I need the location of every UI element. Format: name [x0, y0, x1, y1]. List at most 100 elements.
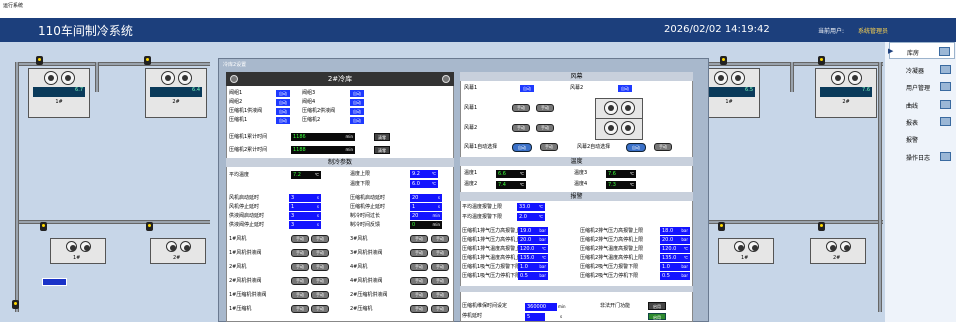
- alarm-input[interactable]: 19.0 bar: [518, 227, 548, 235]
- sidebar-item-storage[interactable]: 库房: [889, 42, 955, 59]
- manual-button[interactable]: 手动: [536, 124, 554, 132]
- delay-input[interactable]: 3s: [289, 212, 321, 220]
- valve-mode-button[interactable]: 自动: [276, 90, 290, 97]
- manual-button[interactable]: 手动: [410, 291, 428, 299]
- sidebar-item-alarm[interactable]: 报警: [889, 130, 955, 147]
- air-curtain-label: 风幕2: [464, 125, 478, 131]
- auto-button[interactable]: 自动: [512, 143, 532, 152]
- manual-button[interactable]: 手动: [311, 263, 329, 271]
- manual-button[interactable]: 手动: [410, 263, 428, 271]
- alarm-input[interactable]: 18.0 bar: [660, 227, 690, 235]
- delay-input[interactable]: 1s: [410, 203, 442, 211]
- alarm-input[interactable]: 135.0 ℃: [660, 254, 690, 262]
- delay-input[interactable]: 3s: [289, 194, 321, 202]
- manual-button[interactable]: 手动: [291, 249, 309, 257]
- air-curtain-mode-button[interactable]: 自动: [520, 85, 534, 92]
- valve-mode-button[interactable]: 自动: [350, 108, 364, 115]
- manual-button[interactable]: 手动: [410, 305, 428, 313]
- reset-button[interactable]: 清零: [374, 133, 390, 141]
- evaporator-unit-2[interactable]: 2#: [150, 238, 206, 264]
- valve-mode-button[interactable]: 自动: [350, 90, 364, 97]
- alarm-input[interactable]: 20.0 bar: [660, 236, 690, 244]
- delay-input[interactable]: 3s: [289, 221, 321, 229]
- air-curtain-mode-button[interactable]: 自动: [618, 85, 632, 92]
- manual-button[interactable]: 手动: [536, 104, 554, 112]
- enable-button[interactable]: 启用: [648, 302, 666, 310]
- delay-input[interactable]: 20 min: [410, 212, 442, 220]
- manual-button[interactable]: 手动: [431, 305, 449, 313]
- run-time-label: 压缩机2累计时间: [229, 147, 268, 153]
- manual-button[interactable]: 手动: [291, 291, 309, 299]
- evaporator-unit-1[interactable]: 1#: [50, 238, 106, 264]
- condenser-unit-1[interactable]: 6.7 1#: [28, 68, 90, 118]
- delay-label: 供液阀启动延时: [229, 213, 265, 219]
- sidebar-item-users[interactable]: 用户管理: [889, 78, 955, 95]
- unit-label: bar: [539, 264, 546, 269]
- alarm-input[interactable]: 33.0 ℃: [517, 203, 545, 211]
- alarm-label: 压缩机2排气压力高停机上限: [580, 237, 644, 243]
- alarm-input[interactable]: 120.0 ℃: [518, 245, 548, 253]
- manual-button[interactable]: 手动: [311, 235, 329, 243]
- sidebar-item-condenser[interactable]: 冷凝器: [889, 61, 955, 78]
- manual-button[interactable]: 手动: [291, 277, 309, 285]
- alarm-input[interactable]: 0.5 bar: [518, 272, 548, 280]
- maintenance-input[interactable]: 360000: [525, 303, 557, 311]
- manual-button[interactable]: 手动: [410, 235, 428, 243]
- manual-button[interactable]: 手动: [291, 305, 309, 313]
- condenser-unit-2[interactable]: 6.4 2#: [145, 68, 207, 118]
- alarm-value: 120.0: [662, 246, 677, 252]
- manual-button[interactable]: 手动: [311, 249, 329, 257]
- valve-mode-button[interactable]: 自动: [350, 117, 364, 124]
- valve-mode-button[interactable]: 自动: [276, 99, 290, 106]
- manual-button[interactable]: 手动: [291, 263, 309, 271]
- manual-button[interactable]: 手动: [311, 277, 329, 285]
- alarm-input[interactable]: 120.0 ℃: [660, 245, 690, 253]
- manual-button[interactable]: 手动: [410, 249, 428, 257]
- manual-button[interactable]: 手动: [512, 104, 530, 112]
- delay-input[interactable]: 20 s: [410, 194, 442, 202]
- alarm-input[interactable]: 0.5 bar: [660, 272, 690, 280]
- manual-button[interactable]: 手动: [654, 143, 672, 151]
- alarm-input[interactable]: 1.0 bar: [660, 263, 690, 271]
- fan-icon: [177, 71, 192, 85]
- valve-mode-button[interactable]: 自动: [276, 108, 290, 115]
- evaporator-unit-4[interactable]: 2#: [810, 238, 866, 264]
- fan-icon: [65, 241, 77, 252]
- enable-status-button[interactable]: 启用: [648, 313, 666, 320]
- delay-feedback-display: 0 min: [410, 221, 442, 229]
- manual-button[interactable]: 手动: [540, 143, 558, 151]
- pipe: [15, 62, 210, 66]
- temp-lower-input[interactable]: 6.0 ℃: [410, 180, 438, 188]
- manual-button[interactable]: 手动: [311, 291, 329, 299]
- manual-button[interactable]: 手动: [410, 277, 428, 285]
- alarm-input[interactable]: 2.0 ℃: [517, 213, 545, 221]
- alarm-input[interactable]: 20.0 bar: [518, 236, 548, 244]
- valve-mode-button[interactable]: 自动: [276, 117, 290, 124]
- manual-button[interactable]: 手动: [431, 235, 449, 243]
- sidebar-item-curve[interactable]: 曲线: [889, 96, 955, 113]
- evaporator-unit-3[interactable]: 1#: [718, 238, 774, 264]
- valve-mode-button[interactable]: 自动: [350, 99, 364, 106]
- manual-button[interactable]: 手动: [291, 235, 309, 243]
- manual-button[interactable]: 手动: [431, 291, 449, 299]
- alarm-value: 19.0: [520, 228, 532, 234]
- sidebar-item-report[interactable]: 报表: [889, 113, 955, 130]
- manual-button[interactable]: 手动: [431, 263, 449, 271]
- alarm-value: 135.0: [662, 255, 677, 261]
- auto-button[interactable]: 自动: [626, 143, 646, 152]
- manual-button[interactable]: 手动: [431, 249, 449, 257]
- delay-input[interactable]: 1s: [289, 203, 321, 211]
- reset-button[interactable]: 清零: [374, 146, 390, 154]
- active-arrow-icon: ▶: [888, 47, 894, 55]
- manual-button[interactable]: 手动: [431, 277, 449, 285]
- sidebar-item-oplog[interactable]: 操作日志: [889, 148, 955, 165]
- stop-delay-input[interactable]: 5: [525, 313, 545, 321]
- temp-value: 7.4: [498, 182, 506, 188]
- temp-upper-input[interactable]: 9.2 ℃: [410, 170, 438, 178]
- alarm-input[interactable]: 1.0 bar: [518, 263, 548, 271]
- maintenance-label: 压缩机维保时间设定: [462, 303, 508, 309]
- manual-button[interactable]: 手动: [512, 124, 530, 132]
- alarm-input[interactable]: 135.0 ℃: [518, 254, 548, 262]
- condenser-unit-4[interactable]: 7.6 2#: [815, 68, 877, 118]
- manual-button[interactable]: 手动: [311, 305, 329, 313]
